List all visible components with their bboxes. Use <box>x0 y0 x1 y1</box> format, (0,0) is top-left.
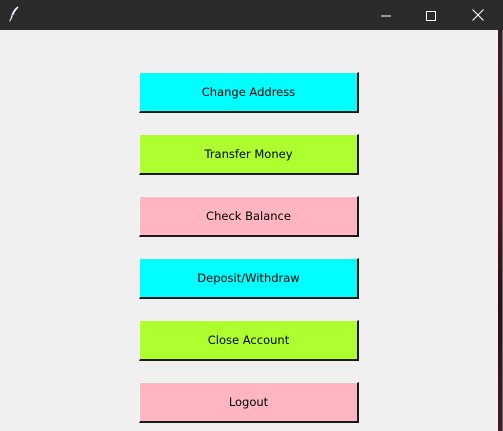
feather-icon <box>9 6 19 22</box>
close-icon <box>472 6 484 25</box>
close-button[interactable] <box>453 0 503 30</box>
logout-label: Logout <box>228 395 269 409</box>
deposit-withdraw-button[interactable]: Deposit/Withdraw <box>139 258 359 299</box>
check-balance-label: Check Balance <box>206 209 291 223</box>
close-account-button[interactable]: Close Account <box>139 320 359 361</box>
deposit-withdraw-label: Deposit/Withdraw <box>197 271 300 285</box>
change-address-button[interactable]: Change Address <box>139 72 359 113</box>
close-account-label: Close Account <box>207 333 290 347</box>
change-address-label: Change Address <box>201 85 296 99</box>
main-panel: Change Address Transfer Money Check Bala… <box>0 30 502 431</box>
check-balance-button[interactable]: Check Balance <box>139 196 359 237</box>
background-window-edge <box>498 30 502 431</box>
title-bar[interactable] <box>0 0 503 30</box>
transfer-money-button[interactable]: Transfer Money <box>139 134 359 175</box>
minimize-icon <box>381 6 391 25</box>
maximize-button[interactable] <box>408 0 454 30</box>
minimize-button[interactable] <box>363 0 409 30</box>
app-window: Change Address Transfer Money Check Bala… <box>0 0 503 431</box>
transfer-money-label: Transfer Money <box>204 147 293 161</box>
logout-button[interactable]: Logout <box>139 382 359 423</box>
maximize-icon <box>426 6 436 25</box>
